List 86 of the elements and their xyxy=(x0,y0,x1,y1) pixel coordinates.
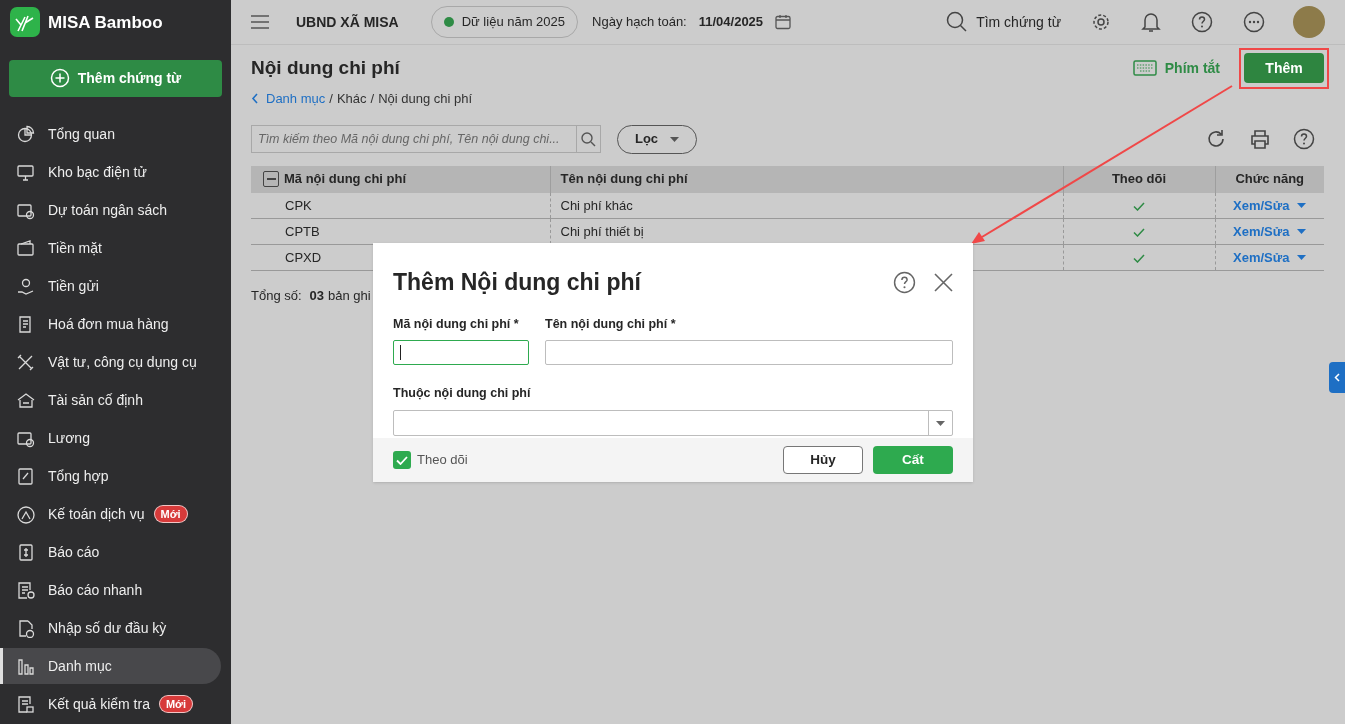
sidebar-item[interactable]: Tiền mặt xyxy=(0,230,221,266)
plus-circle-icon xyxy=(49,68,70,89)
table-cell: CPXD xyxy=(285,249,322,265)
breadcrumb-separator: / xyxy=(329,90,333,108)
field-label: Mã nội dung chi phí * xyxy=(393,315,520,333)
sidebar-item[interactable]: Kho bạc điện tử xyxy=(0,154,221,190)
sidebar-item[interactable]: Lương xyxy=(0,420,221,456)
caret-icon[interactable] xyxy=(1297,229,1307,234)
new-badge: Mới xyxy=(153,505,188,523)
field-label: Tên nội dung chi phí * xyxy=(545,315,677,333)
search-icon xyxy=(946,11,969,33)
search-icon[interactable] xyxy=(581,131,596,147)
add-document-button[interactable]: Thêm chứng từ xyxy=(9,59,222,97)
new-badge: Mới xyxy=(158,695,193,713)
caret-icon xyxy=(670,136,680,142)
follow-label: Theo dõi xyxy=(417,451,468,470)
bar-chart-icon xyxy=(16,656,35,676)
table-cell: CPTB xyxy=(285,223,320,239)
column-header: Chức năng xyxy=(1215,165,1324,193)
table-cell: Chi phí khác xyxy=(560,197,633,213)
tools-icon xyxy=(16,352,35,372)
column-header: Theo dõi xyxy=(1063,165,1215,193)
sidebar-item[interactable]: Dự toán ngân sách xyxy=(0,192,221,228)
page-title: Nội dung chi phí xyxy=(251,55,400,80)
avatar[interactable] xyxy=(1293,6,1325,38)
dialog-title: Thêm Nội dung chi phí xyxy=(393,268,641,297)
sidebar-item[interactable]: Danh mục xyxy=(0,648,221,684)
breadcrumb-separator: / xyxy=(370,90,375,108)
breadcrumb-item: Nội dung chi phí xyxy=(378,90,473,108)
help-icon[interactable] xyxy=(1293,128,1315,150)
print-icon[interactable] xyxy=(1249,128,1271,150)
help-icon[interactable] xyxy=(1191,11,1213,33)
total-label: Tổng số: xyxy=(251,287,302,305)
cancel-button[interactable]: Hủy xyxy=(783,446,863,474)
bell-icon[interactable] xyxy=(1141,11,1161,33)
chevron-left-icon xyxy=(1334,373,1340,382)
back-chevron-icon[interactable] xyxy=(251,93,259,105)
triangle-circle-icon xyxy=(16,504,35,524)
breadcrumb-item: Khác xyxy=(336,90,367,108)
organization-name: UBND XÃ MISA xyxy=(296,12,399,32)
sidebar-item[interactable]: Tài sản cố định xyxy=(0,382,221,418)
sidebar-item[interactable]: Kết quả kiểm tra Mới xyxy=(0,686,221,722)
sidebar-item[interactable]: Vật tư, công cụ dụng cụ xyxy=(0,344,221,380)
monitor-icon xyxy=(16,162,35,182)
caret-icon[interactable] xyxy=(1297,255,1307,260)
keyboard-icon xyxy=(1132,60,1157,76)
settings-icon[interactable] xyxy=(1091,12,1111,32)
chart-icon xyxy=(16,124,35,144)
select-all-checkbox[interactable] xyxy=(263,171,279,187)
refresh-icon[interactable] xyxy=(1205,128,1227,150)
total-count: 03 xyxy=(309,287,325,305)
search-field[interactable]: Tìm kiếm theo Mã nội dung chi phí, Tên nội dung chi... xyxy=(251,125,601,153)
bamboo-logo-icon xyxy=(10,7,40,38)
total-unit: bản ghi xyxy=(328,287,371,305)
menu-icon[interactable] xyxy=(251,15,269,29)
text-field[interactable] xyxy=(393,340,529,366)
search-button[interactable]: Tìm chứng từ xyxy=(946,11,1061,33)
column-header: Tên nội dung chi phí xyxy=(550,165,1063,193)
sidebar-item[interactable]: Kế toán dịch vụ Mới xyxy=(0,496,221,532)
column-header: Mã nội dung chi phí xyxy=(284,170,407,189)
sidebar-item[interactable]: Báo cáo nhanh xyxy=(0,572,221,608)
text-field[interactable] xyxy=(545,340,953,366)
field-label: Thuộc nội dung chi phí xyxy=(393,385,532,403)
table-cell: Chi phí thiết bị xyxy=(560,223,644,239)
follow-checkbox[interactable] xyxy=(393,451,411,469)
sidebar-item[interactable]: Tổng hợp xyxy=(0,458,221,494)
close-icon[interactable] xyxy=(934,272,953,292)
more-icon[interactable] xyxy=(1243,11,1265,33)
wallet-icon xyxy=(16,238,35,258)
caret-icon xyxy=(936,420,945,426)
posting-date-label: Ngày hạch toán: xyxy=(592,13,687,32)
dropdown-field[interactable] xyxy=(393,410,953,436)
sidebar-item[interactable]: Hoá đơn mua hàng xyxy=(0,306,221,342)
table-cell: CPK xyxy=(285,197,312,213)
sidebar-item[interactable]: Tiền gửi xyxy=(0,268,221,304)
sidebar-item[interactable]: Tổng quan xyxy=(0,116,221,152)
collapse-tab[interactable] xyxy=(1329,362,1345,393)
calendar-icon[interactable] xyxy=(775,14,792,30)
caret-icon[interactable] xyxy=(1297,202,1307,208)
sidebar-item[interactable]: Báo cáo xyxy=(0,534,221,570)
add-button[interactable]: Thêm xyxy=(1244,53,1324,83)
posting-date-value: 11/04/2025 xyxy=(698,13,764,32)
check-icon xyxy=(396,455,408,465)
sidebar-item[interactable]: Nhập số dư đầu kỳ xyxy=(0,610,221,646)
brand-name: MISA Bamboo xyxy=(48,11,163,34)
help-icon[interactable] xyxy=(893,270,916,294)
